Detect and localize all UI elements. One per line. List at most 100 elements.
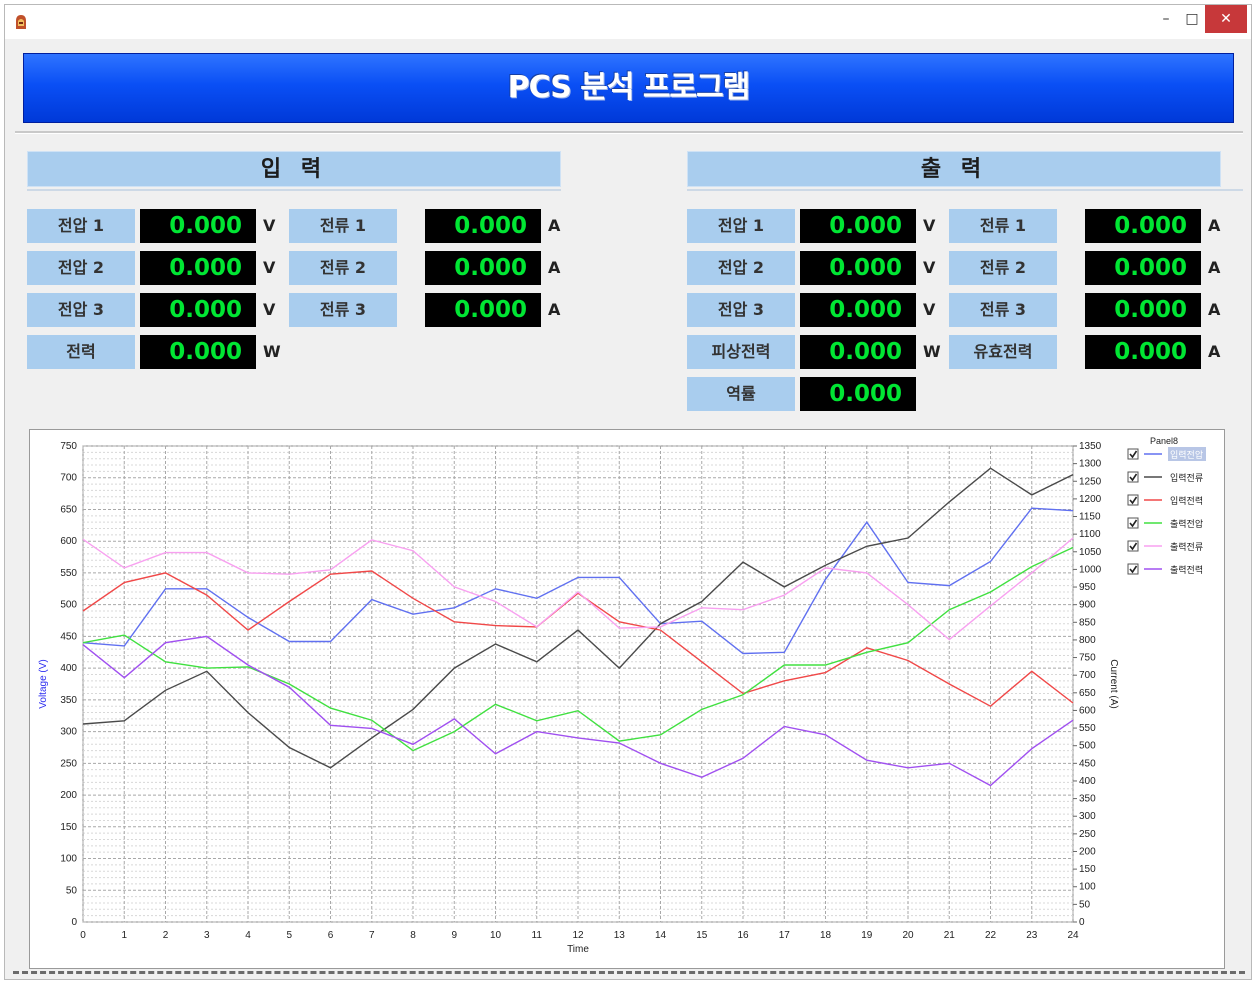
x-tick-label: 4	[245, 930, 251, 941]
y2-tick-label: 600	[1079, 705, 1096, 716]
x-axis-label: Time	[567, 944, 589, 955]
x-tick-label: 20	[902, 930, 914, 941]
close-button[interactable]: ✕	[1205, 5, 1247, 33]
trend-chart: 0501001502002503003504004505005506006507…	[38, 436, 1206, 955]
y2-tick-label: 300	[1079, 811, 1096, 822]
input-current-3-unit: A	[548, 300, 561, 319]
x-tick-label: 14	[655, 930, 667, 941]
output-voltage-2-label: 전압 2	[687, 251, 795, 285]
y2-tick-label: 500	[1079, 741, 1096, 752]
y2-tick-label: 1250	[1079, 476, 1102, 487]
x-tick-label: 16	[737, 930, 749, 941]
y-tick-label: 150	[60, 822, 77, 833]
y2-tick-label: 750	[1079, 653, 1096, 664]
x-tick-label: 3	[204, 930, 210, 941]
y2-axis-label: Current (A)	[1108, 659, 1119, 708]
output-active-power-label: 유효전력	[949, 335, 1057, 369]
title-bar: – □ ✕	[5, 5, 1251, 39]
output-voltage-2-value: 0.000	[800, 251, 916, 285]
output-apparent-power-value: 0.000	[800, 335, 916, 369]
y2-tick-label: 150	[1079, 864, 1096, 875]
output-section-title: 출 력	[687, 151, 1221, 187]
output-active-power-value: 0.000	[1085, 335, 1201, 369]
y2-tick-label: 950	[1079, 582, 1096, 593]
x-tick-label: 8	[410, 930, 416, 941]
y-tick-label: 350	[60, 695, 77, 706]
legend-label: 출력전압	[1170, 518, 1203, 529]
y2-tick-label: 1200	[1079, 494, 1102, 505]
input-current-1-unit: A	[548, 216, 561, 235]
x-tick-label: 6	[328, 930, 334, 941]
output-active-power-unit: A	[1208, 342, 1221, 361]
x-tick-label: 10	[490, 930, 502, 941]
y2-tick-label: 1300	[1079, 459, 1102, 470]
y2-tick-label: 250	[1079, 829, 1096, 840]
output-current-2-value: 0.000	[1085, 251, 1201, 285]
y-tick-label: 550	[60, 568, 77, 579]
output-power-factor-value: 0.000	[800, 377, 916, 411]
y2-tick-label: 100	[1079, 882, 1096, 893]
y2-tick-label: 850	[1079, 617, 1096, 628]
legend-label: 출력전류	[1170, 541, 1203, 552]
output-voltage-1-label: 전압 1	[687, 209, 795, 243]
app-window: – □ ✕ PCS 분석 프로그램 입 력 전압 1 0.000 V 전류 1 …	[4, 4, 1252, 980]
maximize-button[interactable]: □	[1179, 5, 1205, 33]
output-current-2-unit: A	[1208, 258, 1221, 277]
y2-tick-label: 550	[1079, 723, 1096, 734]
header-banner: PCS 분석 프로그램	[23, 53, 1234, 123]
output-apparent-power-unit: W	[923, 342, 941, 361]
y2-tick-label: 700	[1079, 670, 1096, 681]
y-tick-label: 600	[60, 536, 77, 547]
divider	[27, 189, 561, 191]
y-tick-label: 200	[60, 790, 77, 801]
y-tick-label: 750	[60, 441, 77, 452]
legend-label: 출력전력	[1170, 564, 1203, 575]
input-voltage-1-value: 0.000	[140, 209, 256, 243]
input-current-3-label: 전류 3	[289, 293, 397, 327]
y2-tick-label: 800	[1079, 635, 1096, 646]
x-tick-label: 24	[1067, 930, 1079, 941]
status-strip	[13, 971, 1245, 974]
y-tick-label: 50	[66, 885, 78, 896]
legend-label: 입력전류	[1170, 472, 1203, 483]
y2-tick-label: 450	[1079, 758, 1096, 769]
input-current-2-value: 0.000	[425, 251, 541, 285]
y-tick-label: 300	[60, 727, 77, 738]
legend-title: Panel8	[1150, 436, 1178, 446]
output-current-3-unit: A	[1208, 300, 1221, 319]
x-tick-label: 9	[451, 930, 457, 941]
x-tick-label: 0	[80, 930, 86, 941]
y-tick-label: 250	[60, 758, 77, 769]
output-voltage-1-value: 0.000	[800, 209, 916, 243]
input-voltage-1-unit: V	[263, 216, 276, 235]
y-tick-label: 0	[71, 917, 77, 928]
y-tick-label: 400	[60, 663, 77, 674]
x-tick-label: 17	[779, 930, 791, 941]
y2-tick-label: 50	[1079, 899, 1091, 910]
chart-panel: 0 50 100 150 200 250 300 350 400 450 500 550 600 650 7…	[29, 429, 1225, 969]
x-tick-label: 23	[1026, 930, 1038, 941]
input-section-title: 입 력	[27, 151, 561, 187]
output-voltage-2-unit: V	[923, 258, 936, 277]
x-tick-label: 21	[944, 930, 956, 941]
output-voltage-1-unit: V	[923, 216, 936, 235]
minimize-button[interactable]: –	[1153, 5, 1179, 33]
output-apparent-power-label: 피상전력	[687, 335, 795, 369]
x-tick-label: 5	[286, 930, 292, 941]
y2-tick-label: 1000	[1079, 564, 1102, 575]
x-tick-label: 11	[532, 930, 543, 941]
divider	[687, 189, 1243, 191]
input-voltage-2-label: 전압 2	[27, 251, 135, 285]
y2-tick-label: 1100	[1079, 529, 1101, 540]
y2-tick-label: 1350	[1079, 441, 1102, 452]
x-tick-label: 18	[820, 930, 832, 941]
input-power-value: 0.000	[140, 335, 256, 369]
output-current-1-value: 0.000	[1085, 209, 1201, 243]
output-current-3-value: 0.000	[1085, 293, 1201, 327]
output-voltage-3-label: 전압 3	[687, 293, 795, 327]
legend-label: 입력전력	[1170, 495, 1203, 506]
page-title: PCS 분석 프로그램	[507, 70, 751, 105]
x-tick-label: 2	[163, 930, 169, 941]
y-tick-label: 500	[60, 600, 77, 611]
x-tick-label: 15	[696, 930, 708, 941]
